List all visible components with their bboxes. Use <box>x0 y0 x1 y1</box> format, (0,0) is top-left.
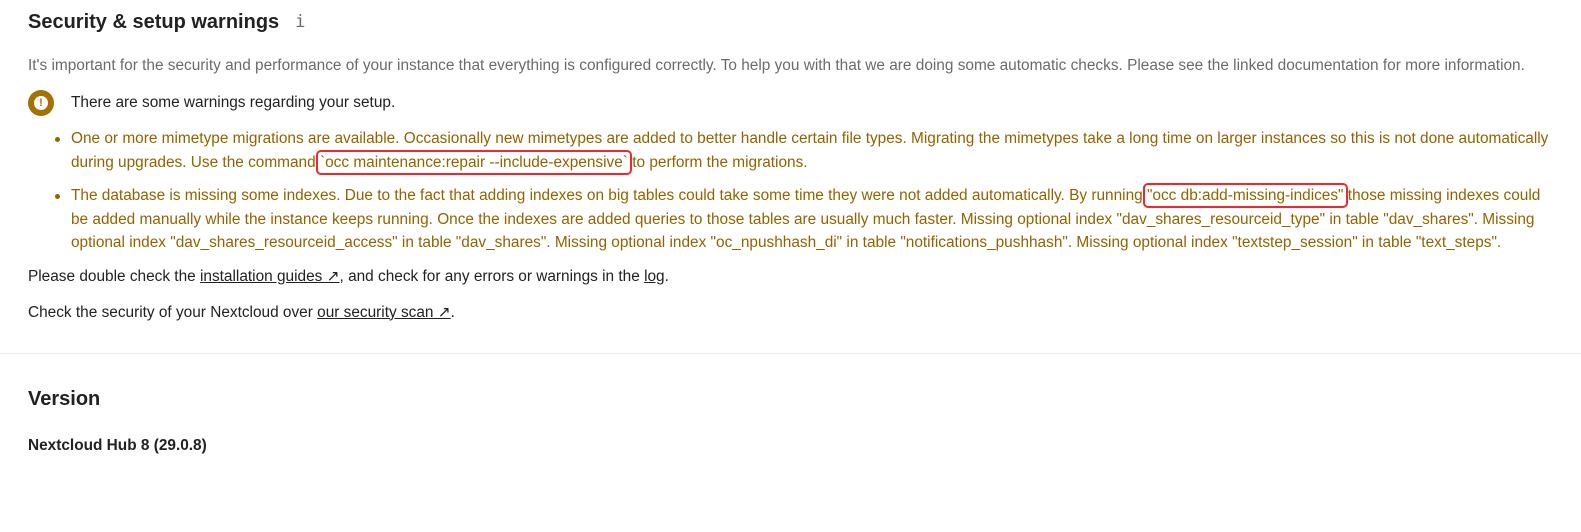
log-link[interactable]: log <box>644 268 665 285</box>
security-scan-link[interactable]: our security scan ↗ <box>317 304 451 321</box>
text: . <box>664 267 669 285</box>
version-section: Version Nextcloud Hub 8 (29.0.8) <box>0 354 1581 455</box>
warning-text: The database is missing some indexes. Du… <box>71 187 1147 204</box>
text: . <box>450 303 455 321</box>
security-section: Security & setup warnings i It's importa… <box>0 0 1581 324</box>
version-value: Nextcloud Hub 8 (29.0.8) <box>28 436 207 454</box>
warning-text: to perform the migrations. <box>627 153 808 171</box>
warning-heading-row: ! There are some warnings regarding your… <box>28 89 1553 117</box>
text: Check the security of your Nextcloud ove… <box>28 303 318 321</box>
warning-icon: ! <box>28 90 54 116</box>
version-title: Version <box>28 387 101 410</box>
info-icon[interactable]: i <box>295 8 305 36</box>
double-check-text: Please double check the installation gui… <box>28 265 1553 288</box>
command-highlight: `occ maintenance:repair --include-expens… <box>315 149 632 175</box>
text: , and check for any errors or warnings i… <box>339 267 645 285</box>
installation-guides-link[interactable]: installation guides ↗ <box>200 268 340 285</box>
warning-item-indices: The database is missing some indexes. Du… <box>55 183 1553 255</box>
warning-item-mimetype: One or more mimetype migrations are avai… <box>55 127 1553 175</box>
security-scan-text: Check the security of your Nextcloud ove… <box>28 301 1553 324</box>
warning-text: One or more mimetype migrations are avai… <box>71 130 1549 171</box>
command-highlight: "occ db:add-missing-indices" <box>1142 183 1348 208</box>
security-description: It's important for the security and perf… <box>28 57 1525 74</box>
warning-heading: There are some warnings regarding your s… <box>71 94 396 111</box>
security-title: Security & setup warnings <box>28 11 280 33</box>
security-heading: Security & setup warnings i <box>28 8 1553 36</box>
text: Please double check the <box>28 267 200 285</box>
warning-list: One or more mimetype migrations are avai… <box>28 127 1553 255</box>
